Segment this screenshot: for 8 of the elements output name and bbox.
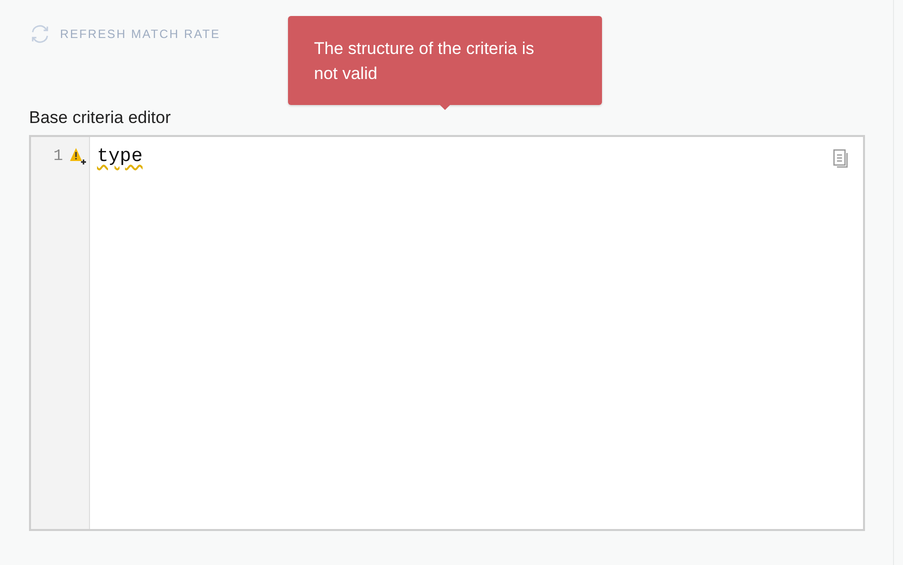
- editor-label: Base criteria editor: [29, 108, 171, 128]
- line-number: 1: [53, 147, 63, 165]
- tooltip-pointer: [440, 105, 450, 110]
- code-line: type: [97, 145, 143, 167]
- copy-icon[interactable]: [833, 149, 849, 169]
- refresh-icon: [29, 23, 51, 45]
- code-editor[interactable]: 1 type: [29, 135, 865, 531]
- error-tooltip: The structure of the criteria is not valid: [288, 16, 602, 105]
